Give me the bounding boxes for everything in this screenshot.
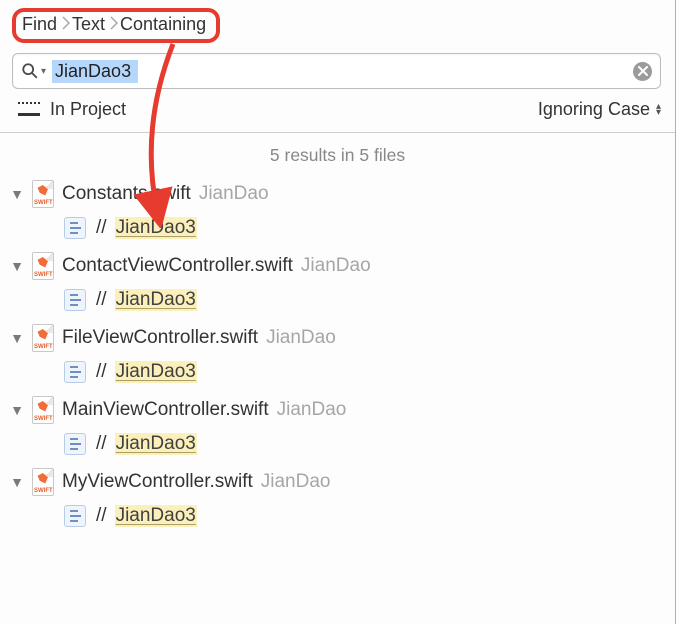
breadcrumb-text[interactable]: Text <box>72 14 118 35</box>
file-project: JianDao <box>277 399 347 421</box>
match-highlight: JianDao3 <box>115 217 197 239</box>
match-text: // JianDao3 <box>96 361 197 383</box>
file-row[interactable]: ▼ SWIFT FileViewController.swift JianDao <box>8 320 667 356</box>
match-highlight: JianDao3 <box>115 505 197 527</box>
file-name: Constants.swift <box>62 183 191 205</box>
chevron-right-icon <box>110 16 118 33</box>
close-icon <box>638 66 648 76</box>
breadcrumb: Find Text Containing <box>0 0 675 53</box>
disclosure-triangle-icon[interactable]: ▼ <box>10 474 24 490</box>
match-text: // JianDao3 <box>96 505 197 527</box>
results-list: ▼ SWIFT Constants.swift JianDao // JianDao3 ▼… <box>0 176 675 536</box>
disclosure-triangle-icon[interactable]: ▼ <box>10 402 24 418</box>
breadcrumb-containing[interactable]: Containing <box>120 14 206 35</box>
search-field-wrapper: ▾ <box>12 53 661 89</box>
scope-label: In Project <box>50 99 126 120</box>
file-project: JianDao <box>266 327 336 349</box>
file-name: ContactViewController.swift <box>62 255 293 277</box>
stepper-icon: ▴▾ <box>656 104 661 116</box>
comment-prefix: // <box>96 217 107 239</box>
text-result-icon <box>64 433 86 455</box>
match-row[interactable]: // JianDao3 <box>8 356 667 392</box>
file-project: JianDao <box>199 183 269 205</box>
file-row[interactable]: ▼ SWIFT MainViewController.swift JianDao <box>8 392 667 428</box>
text-result-icon <box>64 289 86 311</box>
file-name: MyViewController.swift <box>62 471 253 493</box>
comment-prefix: // <box>96 361 107 383</box>
match-row[interactable]: // JianDao3 <box>8 284 667 320</box>
file-project: JianDao <box>261 471 331 493</box>
file-row[interactable]: ▼ SWIFT Constants.swift JianDao <box>8 176 667 212</box>
text-result-icon <box>64 217 86 239</box>
swift-file-icon: SWIFT <box>32 396 54 424</box>
chevron-right-icon <box>62 16 70 33</box>
disclosure-triangle-icon[interactable]: ▼ <box>10 186 24 202</box>
match-highlight: JianDao3 <box>115 433 197 455</box>
comment-prefix: // <box>96 433 107 455</box>
match-highlight: JianDao3 <box>115 289 197 311</box>
file-row[interactable]: ▼ SWIFT ContactViewController.swift JianDa… <box>8 248 667 284</box>
match-highlight: JianDao3 <box>115 361 197 383</box>
match-row[interactable]: // JianDao3 <box>8 212 667 248</box>
breadcrumb-find[interactable]: Find <box>22 14 70 35</box>
clear-search-button[interactable] <box>633 62 652 81</box>
swift-file-icon: SWIFT <box>32 468 54 496</box>
file-name: MainViewController.swift <box>62 399 269 421</box>
match-text: // JianDao3 <box>96 433 197 455</box>
disclosure-triangle-icon[interactable]: ▼ <box>10 258 24 274</box>
breadcrumb-label: Text <box>72 14 105 35</box>
comment-prefix: // <box>96 289 107 311</box>
swift-file-icon: SWIFT <box>32 324 54 352</box>
scope-icon <box>18 102 40 118</box>
case-label: Ignoring Case <box>538 99 650 120</box>
breadcrumb-label: Find <box>22 14 57 35</box>
comment-prefix: // <box>96 505 107 527</box>
match-row[interactable]: // JianDao3 <box>8 500 667 536</box>
match-text: // JianDao3 <box>96 289 197 311</box>
match-text: // JianDao3 <box>96 217 197 239</box>
breadcrumb-highlight: Find Text Containing <box>12 8 220 43</box>
text-result-icon <box>64 361 86 383</box>
file-name: FileViewController.swift <box>62 327 258 349</box>
breadcrumb-label: Containing <box>120 14 206 35</box>
case-selector[interactable]: Ignoring Case ▴▾ <box>538 99 661 120</box>
search-dropdown-icon[interactable]: ▾ <box>41 66 46 77</box>
file-project: JianDao <box>301 255 371 277</box>
disclosure-triangle-icon[interactable]: ▼ <box>10 330 24 346</box>
text-result-icon <box>64 505 86 527</box>
swift-file-icon: SWIFT <box>32 180 54 208</box>
match-row[interactable]: // JianDao3 <box>8 428 667 464</box>
results-summary: 5 results in 5 files <box>0 133 675 176</box>
search-icon[interactable] <box>21 62 39 80</box>
swift-file-icon: SWIFT <box>32 252 54 280</box>
scope-selector[interactable]: In Project <box>18 99 126 120</box>
search-input[interactable] <box>52 60 138 83</box>
file-row[interactable]: ▼ SWIFT MyViewController.swift JianDao <box>8 464 667 500</box>
